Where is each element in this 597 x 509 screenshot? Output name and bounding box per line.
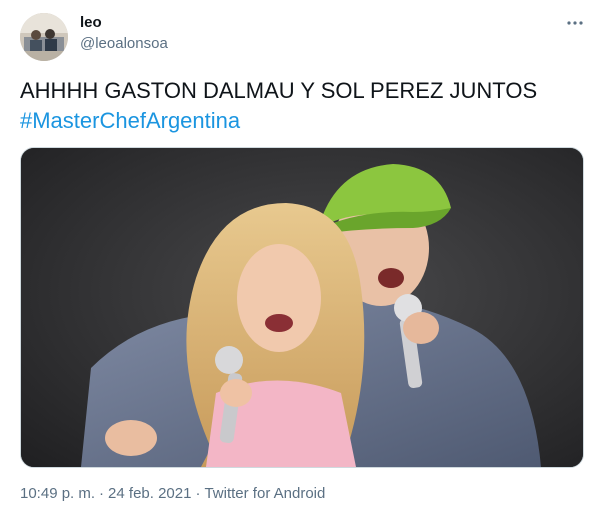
tweet-date[interactable]: 24 feb. 2021 (108, 485, 191, 502)
author-handle[interactable]: @leoalonsoa (80, 35, 168, 52)
meta-separator: · (99, 485, 105, 502)
tweet-time[interactable]: 10:49 p. m. (20, 485, 95, 502)
meta-separator: · (195, 485, 201, 502)
tweet-text: AHHHH GASTON DALMAU Y SOL PEREZ JUNTOS #… (20, 76, 580, 136)
tweet-body: AHHHH GASTON DALMAU Y SOL PEREZ JUNTOS (20, 78, 538, 103)
tweet-metadata: 10:49 p. m. · 24 feb. 2021 · Twitter for And… (20, 485, 325, 502)
tweet-media-image[interactable] (20, 147, 584, 468)
avatar[interactable] (20, 13, 68, 61)
author-name[interactable]: leo (80, 14, 102, 31)
avatar-image (20, 13, 68, 61)
hashtag-link[interactable]: #MasterChefArgentina (20, 106, 580, 136)
more-dots-icon[interactable] (562, 12, 588, 34)
tweet-card: leo @leoalonsoa AHHHH GASTON DALMAU Y SO… (0, 0, 597, 509)
tweet-source[interactable]: Twitter for Android (204, 485, 325, 502)
